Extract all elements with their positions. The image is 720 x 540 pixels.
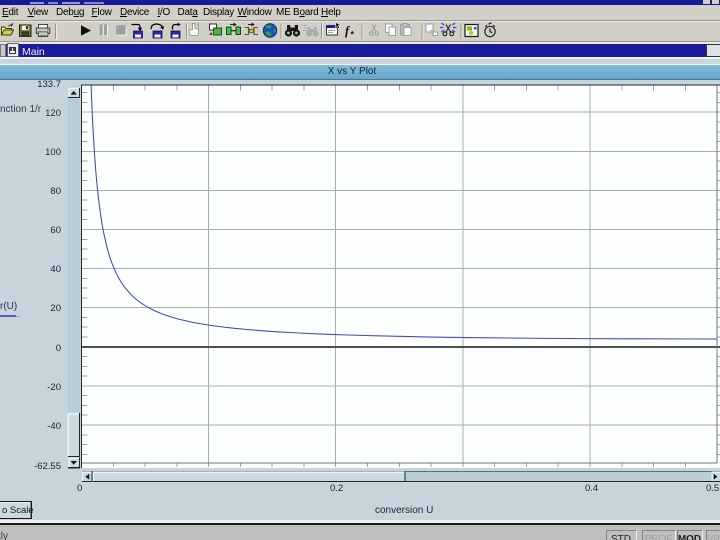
svg-text:*: *: [351, 30, 355, 40]
